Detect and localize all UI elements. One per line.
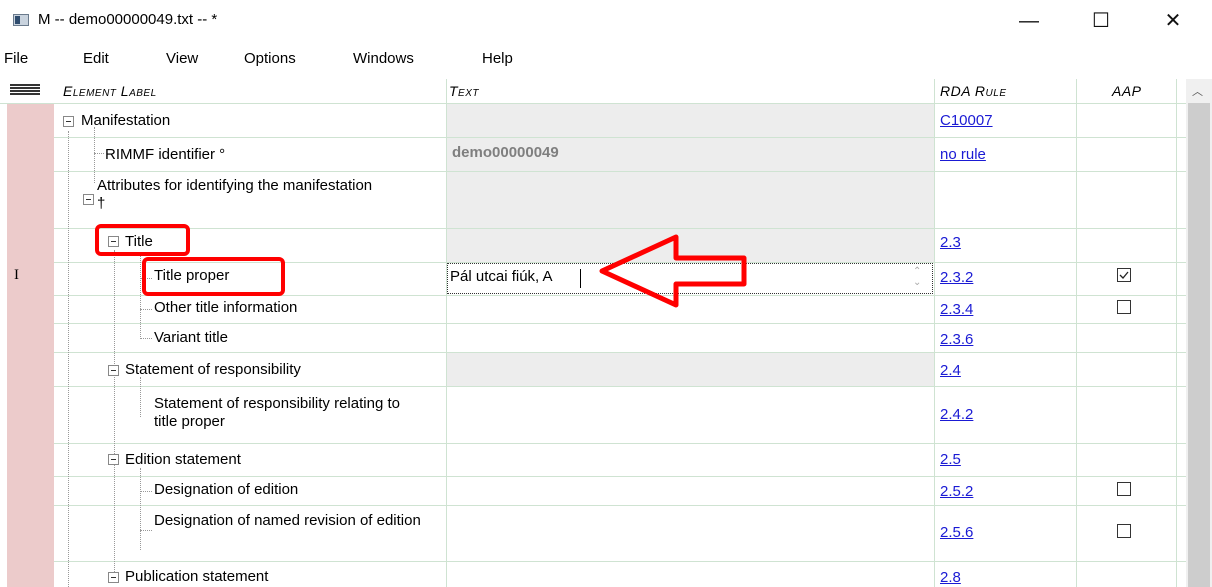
rule-link-c10007[interactable]: C10007 [940,112,993,129]
grid-divider [54,476,1186,477]
grid-divider [0,103,1186,104]
rule-link-2-3[interactable]: 2.3 [940,234,961,251]
label-designation-of-edition[interactable]: Designation of edition [154,481,298,499]
grid-divider [54,323,1186,324]
maximize-button[interactable]: ☐ [1078,4,1124,38]
label-publication-statement[interactable]: Publication statement [125,568,268,586]
menu-edit[interactable]: Edit [83,50,109,67]
checkmark-icon [1119,271,1129,279]
header-aap[interactable]: AAP [1112,79,1142,103]
tree-connector [140,309,152,310]
aap-checkbox-named-revision[interactable] [1117,524,1131,538]
label-other-title-information[interactable]: Other title information [154,299,297,317]
grid-divider [1076,79,1077,587]
rule-link-2-3-6[interactable]: 2.3.6 [940,331,973,348]
aap-checkbox-designation-of-edition[interactable] [1117,482,1131,496]
app-icon [13,14,29,26]
scroll-up-icon[interactable]: ︿ [1192,83,1203,99]
rimmf-identifier-value: demo00000049 [452,144,559,161]
rule-link-2-8[interactable]: 2.8 [940,569,961,586]
rule-link-2-3-2[interactable]: 2.3.2 [940,269,973,286]
grid-divider [54,386,1186,387]
tree-connector [140,468,141,550]
header-element-label[interactable]: Element Label [63,79,157,103]
scrollbar-thumb[interactable] [1188,103,1210,587]
header-text[interactable]: Text [449,79,479,103]
grid-divider [54,171,1186,172]
rule-link-no-rule[interactable]: no rule [940,146,986,163]
title-bar: M -- demo00000049.txt -- * — ☐ ✕ [0,0,1212,44]
rule-link-2-3-4[interactable]: 2.3.4 [940,301,973,318]
tree-connector [140,530,152,531]
menu-bar: File Edit View Options Windows Help [0,47,1212,71]
spin-arrows-icon[interactable]: ⌃ ⌄ [913,266,921,288]
rule-link-2-5-2[interactable]: 2.5.2 [940,483,973,500]
label-statement-relating-to-title[interactable]: Statement of responsibility relating to … [154,395,404,431]
label-manifestation[interactable]: Manifestation [81,112,170,130]
label-attributes[interactable]: Attributes for identifying the manifesta… [97,177,377,213]
row-selector-column[interactable] [7,103,54,587]
label-edition-statement[interactable]: Edition statement [125,451,241,469]
menu-options[interactable]: Options [244,50,296,67]
menu-view[interactable]: View [166,50,198,67]
tree-connector [140,338,152,339]
label-rimmf-identifier[interactable]: RIMMF identifier ° [105,146,225,164]
annotation-box-title-proper [142,257,285,296]
tree-connector [94,127,95,183]
grid-divider [54,443,1186,444]
annotation-box-title [95,224,190,256]
rule-link-2-4-2[interactable]: 2.4.2 [940,406,973,423]
header-rda-rule[interactable]: RDA Rule [940,79,1007,103]
title-proper-value: Pál utcai fiúk, A [450,268,553,285]
rule-link-2-4[interactable]: 2.4 [940,362,961,379]
tree-connector [140,377,141,417]
text-caret [580,269,581,288]
close-button[interactable]: ✕ [1150,4,1196,38]
text-cell-readonly [446,171,934,228]
menu-windows[interactable]: Windows [353,50,414,67]
tree-connector [114,250,115,578]
grid-divider [54,505,1186,506]
minimize-button[interactable]: — [1006,4,1052,38]
grid-divider [934,79,935,587]
tree-connector [140,254,141,339]
grid-divider [54,137,1186,138]
label-designation-of-named-revision[interactable]: Designation of named revision of edition [154,512,444,530]
annotation-arrow-icon [599,234,747,308]
text-cursor-icon: I [14,267,19,283]
collapse-edition-icon[interactable] [108,454,119,465]
grid-divider [1176,79,1177,587]
tree-connector [140,491,152,492]
menu-help[interactable]: Help [482,50,513,67]
rule-link-2-5[interactable]: 2.5 [940,451,961,468]
tree-connector [68,131,69,587]
grid-divider [54,352,1186,353]
collapse-responsibility-icon[interactable] [108,365,119,376]
label-statement-of-responsibility[interactable]: Statement of responsibility [125,361,301,379]
menu-file[interactable]: File [4,50,28,67]
aap-checkbox-title-proper[interactable] [1117,268,1131,282]
collapse-attributes-icon[interactable] [83,194,94,205]
collapse-publication-icon[interactable] [108,572,119,583]
grid-divider [54,561,1186,562]
text-cell-readonly [446,103,934,137]
row-header-menu-icon[interactable] [10,84,40,96]
grid-divider [446,79,447,587]
tree-connector [94,153,104,154]
text-cell-readonly [446,352,934,386]
rule-link-2-5-6[interactable]: 2.5.6 [940,524,973,541]
aap-checkbox-other-title[interactable] [1117,300,1131,314]
label-variant-title[interactable]: Variant title [154,329,228,347]
window-title: M -- demo00000049.txt -- * [38,11,218,28]
element-grid[interactable]: Element Label Text RDA Rule AAP I Manife… [0,79,1212,587]
collapse-manifestation-icon[interactable] [63,116,74,127]
